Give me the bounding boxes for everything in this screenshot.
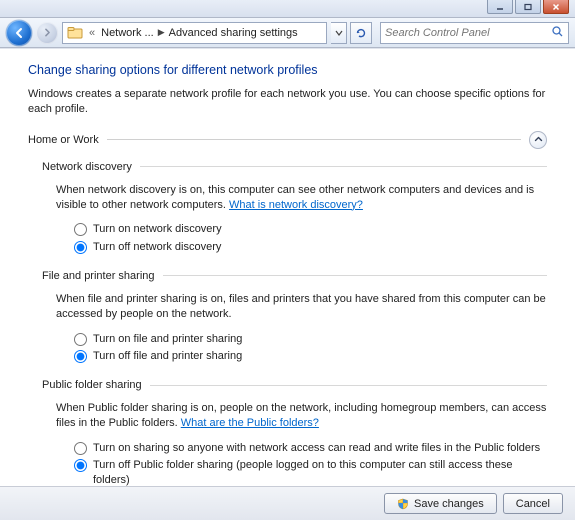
content-area: Change sharing options for different net… — [0, 49, 575, 486]
refresh-button[interactable] — [350, 22, 372, 44]
radio-label[interactable]: Turn off Public folder sharing (people l… — [93, 458, 547, 486]
page-title: Change sharing options for different net… — [28, 63, 547, 77]
radio-label[interactable]: Turn on file and printer sharing — [93, 332, 547, 346]
section-label: Network discovery — [42, 161, 132, 173]
collapse-button[interactable] — [529, 131, 547, 149]
address-bar[interactable]: « Network ... ▶ Advanced sharing setting… — [62, 22, 327, 44]
help-link-network-discovery[interactable]: What is network discovery? — [229, 199, 363, 211]
search-box[interactable] — [380, 22, 569, 44]
radio-fp-on[interactable] — [74, 333, 87, 346]
radio-nd-on[interactable] — [74, 223, 87, 236]
section-network-discovery: Network discovery When network discovery… — [42, 161, 547, 254]
maximize-button[interactable] — [515, 0, 541, 14]
section-description: When Public folder sharing is on, people… — [56, 401, 547, 431]
radio-nd-off[interactable] — [74, 241, 87, 254]
help-link-public-folders[interactable]: What are the Public folders? — [181, 417, 319, 429]
footer: Save changes Cancel — [0, 486, 575, 520]
button-label: Cancel — [516, 498, 550, 510]
navbar: « Network ... ▶ Advanced sharing setting… — [0, 18, 575, 48]
radio-pf-on[interactable] — [74, 442, 87, 455]
forward-button[interactable] — [36, 22, 58, 44]
section-description: When network discovery is on, this compu… — [56, 183, 547, 213]
search-icon[interactable] — [551, 25, 564, 41]
address-dropdown[interactable] — [331, 22, 347, 44]
section-label: File and printer sharing — [42, 270, 155, 282]
radio-pf-off[interactable] — [74, 459, 87, 472]
divider — [107, 139, 521, 140]
section-label: Public folder sharing — [42, 379, 142, 391]
radio-label[interactable]: Turn on sharing so anyone with network a… — [93, 441, 547, 455]
save-changes-button[interactable]: Save changes — [384, 493, 497, 514]
breadcrumb-item[interactable]: Network ... — [101, 27, 154, 39]
titlebar — [0, 0, 575, 18]
radio-fp-off[interactable] — [74, 350, 87, 363]
back-button[interactable] — [6, 20, 32, 46]
minimize-button[interactable] — [487, 0, 513, 14]
cancel-button[interactable]: Cancel — [503, 493, 563, 514]
search-input[interactable] — [385, 27, 551, 39]
profile-label: Home or Work — [28, 134, 99, 146]
section-file-printer-sharing: File and printer sharing When file and p… — [42, 270, 547, 363]
shield-icon — [397, 498, 409, 510]
radio-label[interactable]: Turn on network discovery — [93, 222, 547, 236]
chevron-right-icon[interactable]: ▶ — [158, 27, 165, 38]
profile-header: Home or Work — [28, 131, 547, 149]
radio-label[interactable]: Turn off file and printer sharing — [93, 349, 547, 363]
network-icon — [67, 26, 83, 40]
section-public-folder-sharing: Public folder sharing When Public folder… — [42, 379, 547, 486]
breadcrumb-item[interactable]: Advanced sharing settings — [169, 27, 298, 39]
button-label: Save changes — [414, 498, 484, 510]
section-description: When file and printer sharing is on, fil… — [56, 292, 547, 322]
divider — [163, 275, 547, 276]
radio-label[interactable]: Turn off network discovery — [93, 240, 547, 254]
breadcrumb-sep: « — [89, 27, 95, 39]
divider — [150, 385, 547, 386]
page-description: Windows creates a separate network profi… — [28, 87, 547, 117]
close-button[interactable] — [543, 0, 569, 14]
divider — [140, 166, 547, 167]
